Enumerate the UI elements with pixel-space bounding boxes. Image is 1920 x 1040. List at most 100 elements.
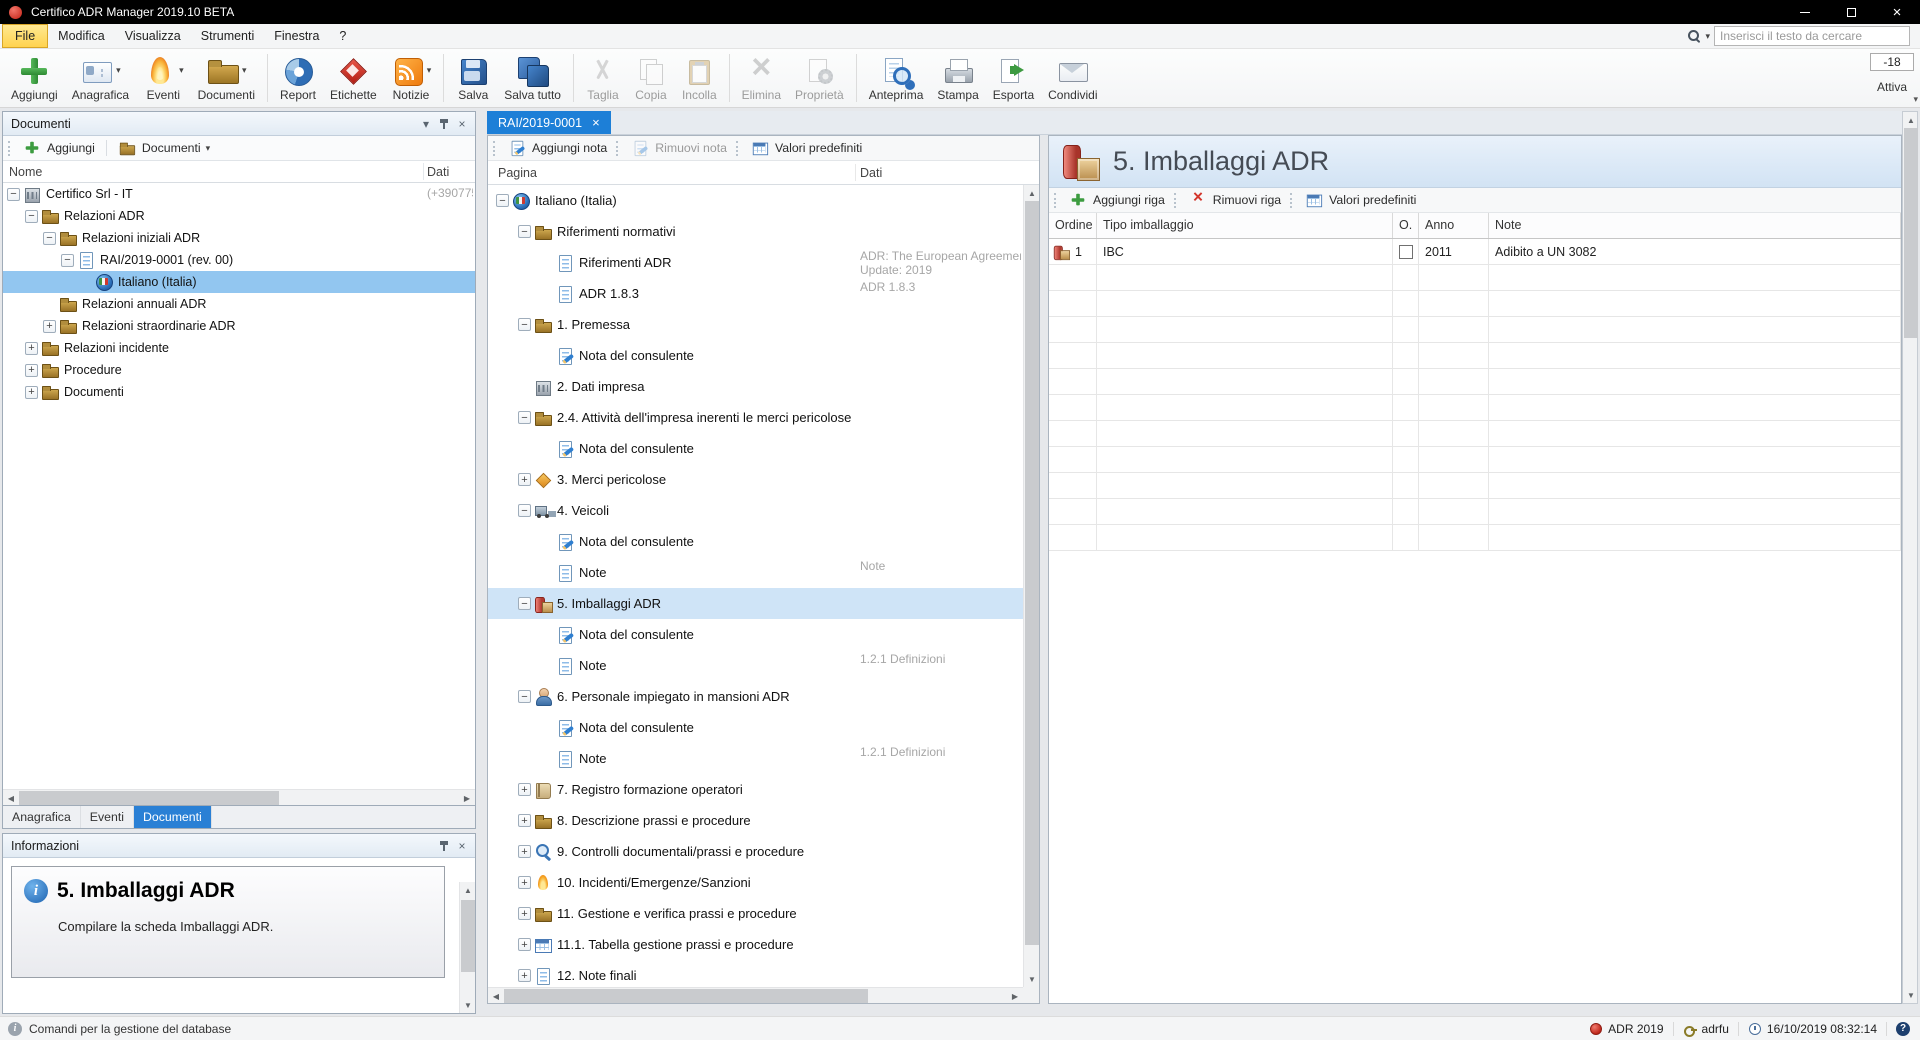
- tree-row[interactable]: Nota del consulente: [488, 433, 1023, 464]
- expander-icon[interactable]: −: [25, 210, 38, 223]
- propriet-button[interactable]: Proprietà: [788, 51, 851, 103]
- tree-row[interactable]: 2. Dati impresa: [488, 371, 1023, 402]
- tree-row[interactable]: Note1.2.1 Definizioni: [488, 743, 1023, 774]
- search-scope-arrow-icon[interactable]: ▾: [1705, 31, 1710, 42]
- menu-file[interactable]: File: [2, 24, 48, 48]
- tree-row[interactable]: +12. Note finali: [488, 960, 1023, 987]
- expander-icon[interactable]: −: [61, 254, 74, 267]
- close-tab-icon[interactable]: ×: [592, 116, 600, 129]
- status-adrfu[interactable]: adrfu: [1681, 1022, 1731, 1036]
- anagrafica-button[interactable]: ▾Anagrafica: [65, 51, 136, 103]
- tree-row[interactable]: +11. Gestione e verifica prassi e proced…: [488, 898, 1023, 929]
- scroll-down-icon[interactable]: ▼: [1024, 971, 1040, 987]
- attiva-control[interactable]: -18 Attiva: [1870, 53, 1914, 94]
- scroll-down-icon[interactable]: ▼: [1903, 987, 1919, 1003]
- tree-row[interactable]: −4. Veicoli: [488, 495, 1023, 526]
- status-adr-2019[interactable]: ADR 2019: [1587, 1022, 1665, 1036]
- expander-icon[interactable]: +: [518, 473, 531, 486]
- tree-row[interactable]: +8. Descrizione prassi e procedure: [488, 805, 1023, 836]
- expander-icon[interactable]: +: [518, 783, 531, 796]
- tab-rai-2019-0001[interactable]: RAI/2019-0001 ×: [487, 111, 611, 134]
- salva-button[interactable]: Salva: [449, 51, 497, 103]
- tree-row[interactable]: Riferimenti ADRADR: The European Agreeme…: [488, 247, 1023, 278]
- valori-predefiniti-button[interactable]: Valori predefiniti: [1299, 189, 1422, 211]
- tab-anagrafica[interactable]: Anagrafica: [3, 806, 81, 828]
- column-header-dati[interactable]: Dati: [860, 161, 882, 185]
- add-button[interactable]: Aggiungi: [17, 137, 101, 159]
- row-checkbox[interactable]: [1399, 245, 1413, 259]
- search-input[interactable]: [1714, 26, 1910, 46]
- incolla-button[interactable]: Incolla: [675, 51, 724, 103]
- expander-icon[interactable]: −: [496, 194, 509, 207]
- expander-icon[interactable]: −: [518, 318, 531, 331]
- expander-icon[interactable]: +: [518, 845, 531, 858]
- scroll-left-icon[interactable]: ◀: [3, 790, 19, 806]
- expander-icon[interactable]: −: [518, 597, 531, 610]
- anteprima-button[interactable]: Anteprima: [862, 51, 931, 103]
- column-header-note[interactable]: Note: [1489, 213, 1901, 238]
- tree-row[interactable]: ADR 1.8.3ADR 1.8.3: [488, 278, 1023, 309]
- aggiungi-button[interactable]: Aggiungi: [4, 51, 65, 103]
- close-button[interactable]: ×: [1874, 0, 1920, 24]
- elimina-button[interactable]: Elimina: [735, 51, 788, 103]
- close-panel-icon[interactable]: ×: [453, 115, 471, 133]
- expander-icon[interactable]: +: [25, 386, 38, 399]
- scroll-left-icon[interactable]: ◀: [488, 988, 504, 1004]
- menu-visualizza[interactable]: Visualizza: [115, 24, 191, 49]
- tree-row[interactable]: +Documenti: [3, 381, 475, 403]
- vertical-scrollbar[interactable]: ▲ ▼: [1023, 185, 1039, 987]
- expander-icon[interactable]: +: [518, 876, 531, 889]
- dropdown-arrow-icon[interactable]: ▾: [427, 65, 432, 76]
- aggiungi-nota-button[interactable]: Aggiungi nota: [502, 137, 613, 159]
- tree-row[interactable]: −RAI/2019-0001 (rev. 00): [3, 249, 475, 271]
- tree-row[interactable]: +11.1. Tabella gestione prassi e procedu…: [488, 929, 1023, 960]
- maximize-button[interactable]: [1828, 0, 1874, 24]
- tree-row[interactable]: Nota del consulente: [488, 526, 1023, 557]
- tree-row[interactable]: Nota del consulente: [488, 340, 1023, 371]
- taglia-button[interactable]: Taglia: [579, 51, 627, 103]
- expander-icon[interactable]: −: [7, 188, 20, 201]
- scrollbar-thumb[interactable]: [461, 900, 475, 972]
- tree-row[interactable]: Nota del consulente: [488, 619, 1023, 650]
- documenti-button[interactable]: ▾Documenti: [191, 51, 262, 103]
- stampa-button[interactable]: Stampa: [930, 51, 985, 103]
- horizontal-scrollbar[interactable]: ◀ ▶: [3, 789, 475, 805]
- minimize-button[interactable]: [1782, 0, 1828, 24]
- tree-row[interactable]: +3. Merci pericolose: [488, 464, 1023, 495]
- expander-icon[interactable]: +: [518, 938, 531, 951]
- esporta-button[interactable]: Esporta: [986, 51, 1041, 103]
- scroll-up-icon[interactable]: ▲: [1903, 112, 1919, 128]
- menu-strumenti[interactable]: Strumenti: [191, 24, 265, 49]
- status-help[interactable]: [1894, 1022, 1912, 1036]
- notizie-button[interactable]: ▾Notizie: [384, 51, 439, 103]
- vertical-scrollbar[interactable]: ▲ ▼: [1902, 111, 1918, 1004]
- tree-row[interactable]: −Italiano (Italia): [488, 185, 1023, 216]
- rimuovi-riga-button[interactable]: Rimuovi riga: [1183, 189, 1287, 211]
- scrollbar-thumb[interactable]: [1025, 201, 1039, 945]
- tree-row[interactable]: −Riferimenti normativi: [488, 216, 1023, 247]
- menu-finestra[interactable]: Finestra: [264, 24, 329, 49]
- expander-icon[interactable]: +: [43, 320, 56, 333]
- scrollbar-thumb[interactable]: [1904, 128, 1918, 338]
- tree-row[interactable]: −Relazioni iniziali ADR: [3, 227, 475, 249]
- expander-icon[interactable]: −: [518, 690, 531, 703]
- expander-icon[interactable]: +: [25, 364, 38, 377]
- expander-icon[interactable]: +: [25, 342, 38, 355]
- pin-icon[interactable]: [435, 837, 453, 855]
- horizontal-scrollbar[interactable]: ◀ ▶: [488, 987, 1023, 1003]
- valori-predefiniti-button[interactable]: Valori predefiniti: [745, 137, 868, 159]
- panel-menu-icon[interactable]: ▾: [417, 115, 435, 133]
- scroll-right-icon[interactable]: ▶: [1007, 988, 1023, 1004]
- close-panel-icon[interactable]: ×: [453, 837, 471, 855]
- tree-row[interactable]: Note1.2.1 Definizioni: [488, 650, 1023, 681]
- expander-icon[interactable]: −: [43, 232, 56, 245]
- scroll-right-icon[interactable]: ▶: [459, 790, 475, 806]
- tree-row[interactable]: Nota del consulente: [488, 712, 1023, 743]
- tree-row[interactable]: −Relazioni ADR: [3, 205, 475, 227]
- dropdown-arrow-icon[interactable]: ▾: [116, 65, 121, 76]
- column-header-nome[interactable]: Nome: [9, 161, 42, 183]
- condividi-button[interactable]: Condividi: [1041, 51, 1104, 103]
- scrollbar-thumb[interactable]: [19, 791, 279, 805]
- tab-eventi[interactable]: Eventi: [81, 806, 134, 828]
- expander-icon[interactable]: −: [518, 504, 531, 517]
